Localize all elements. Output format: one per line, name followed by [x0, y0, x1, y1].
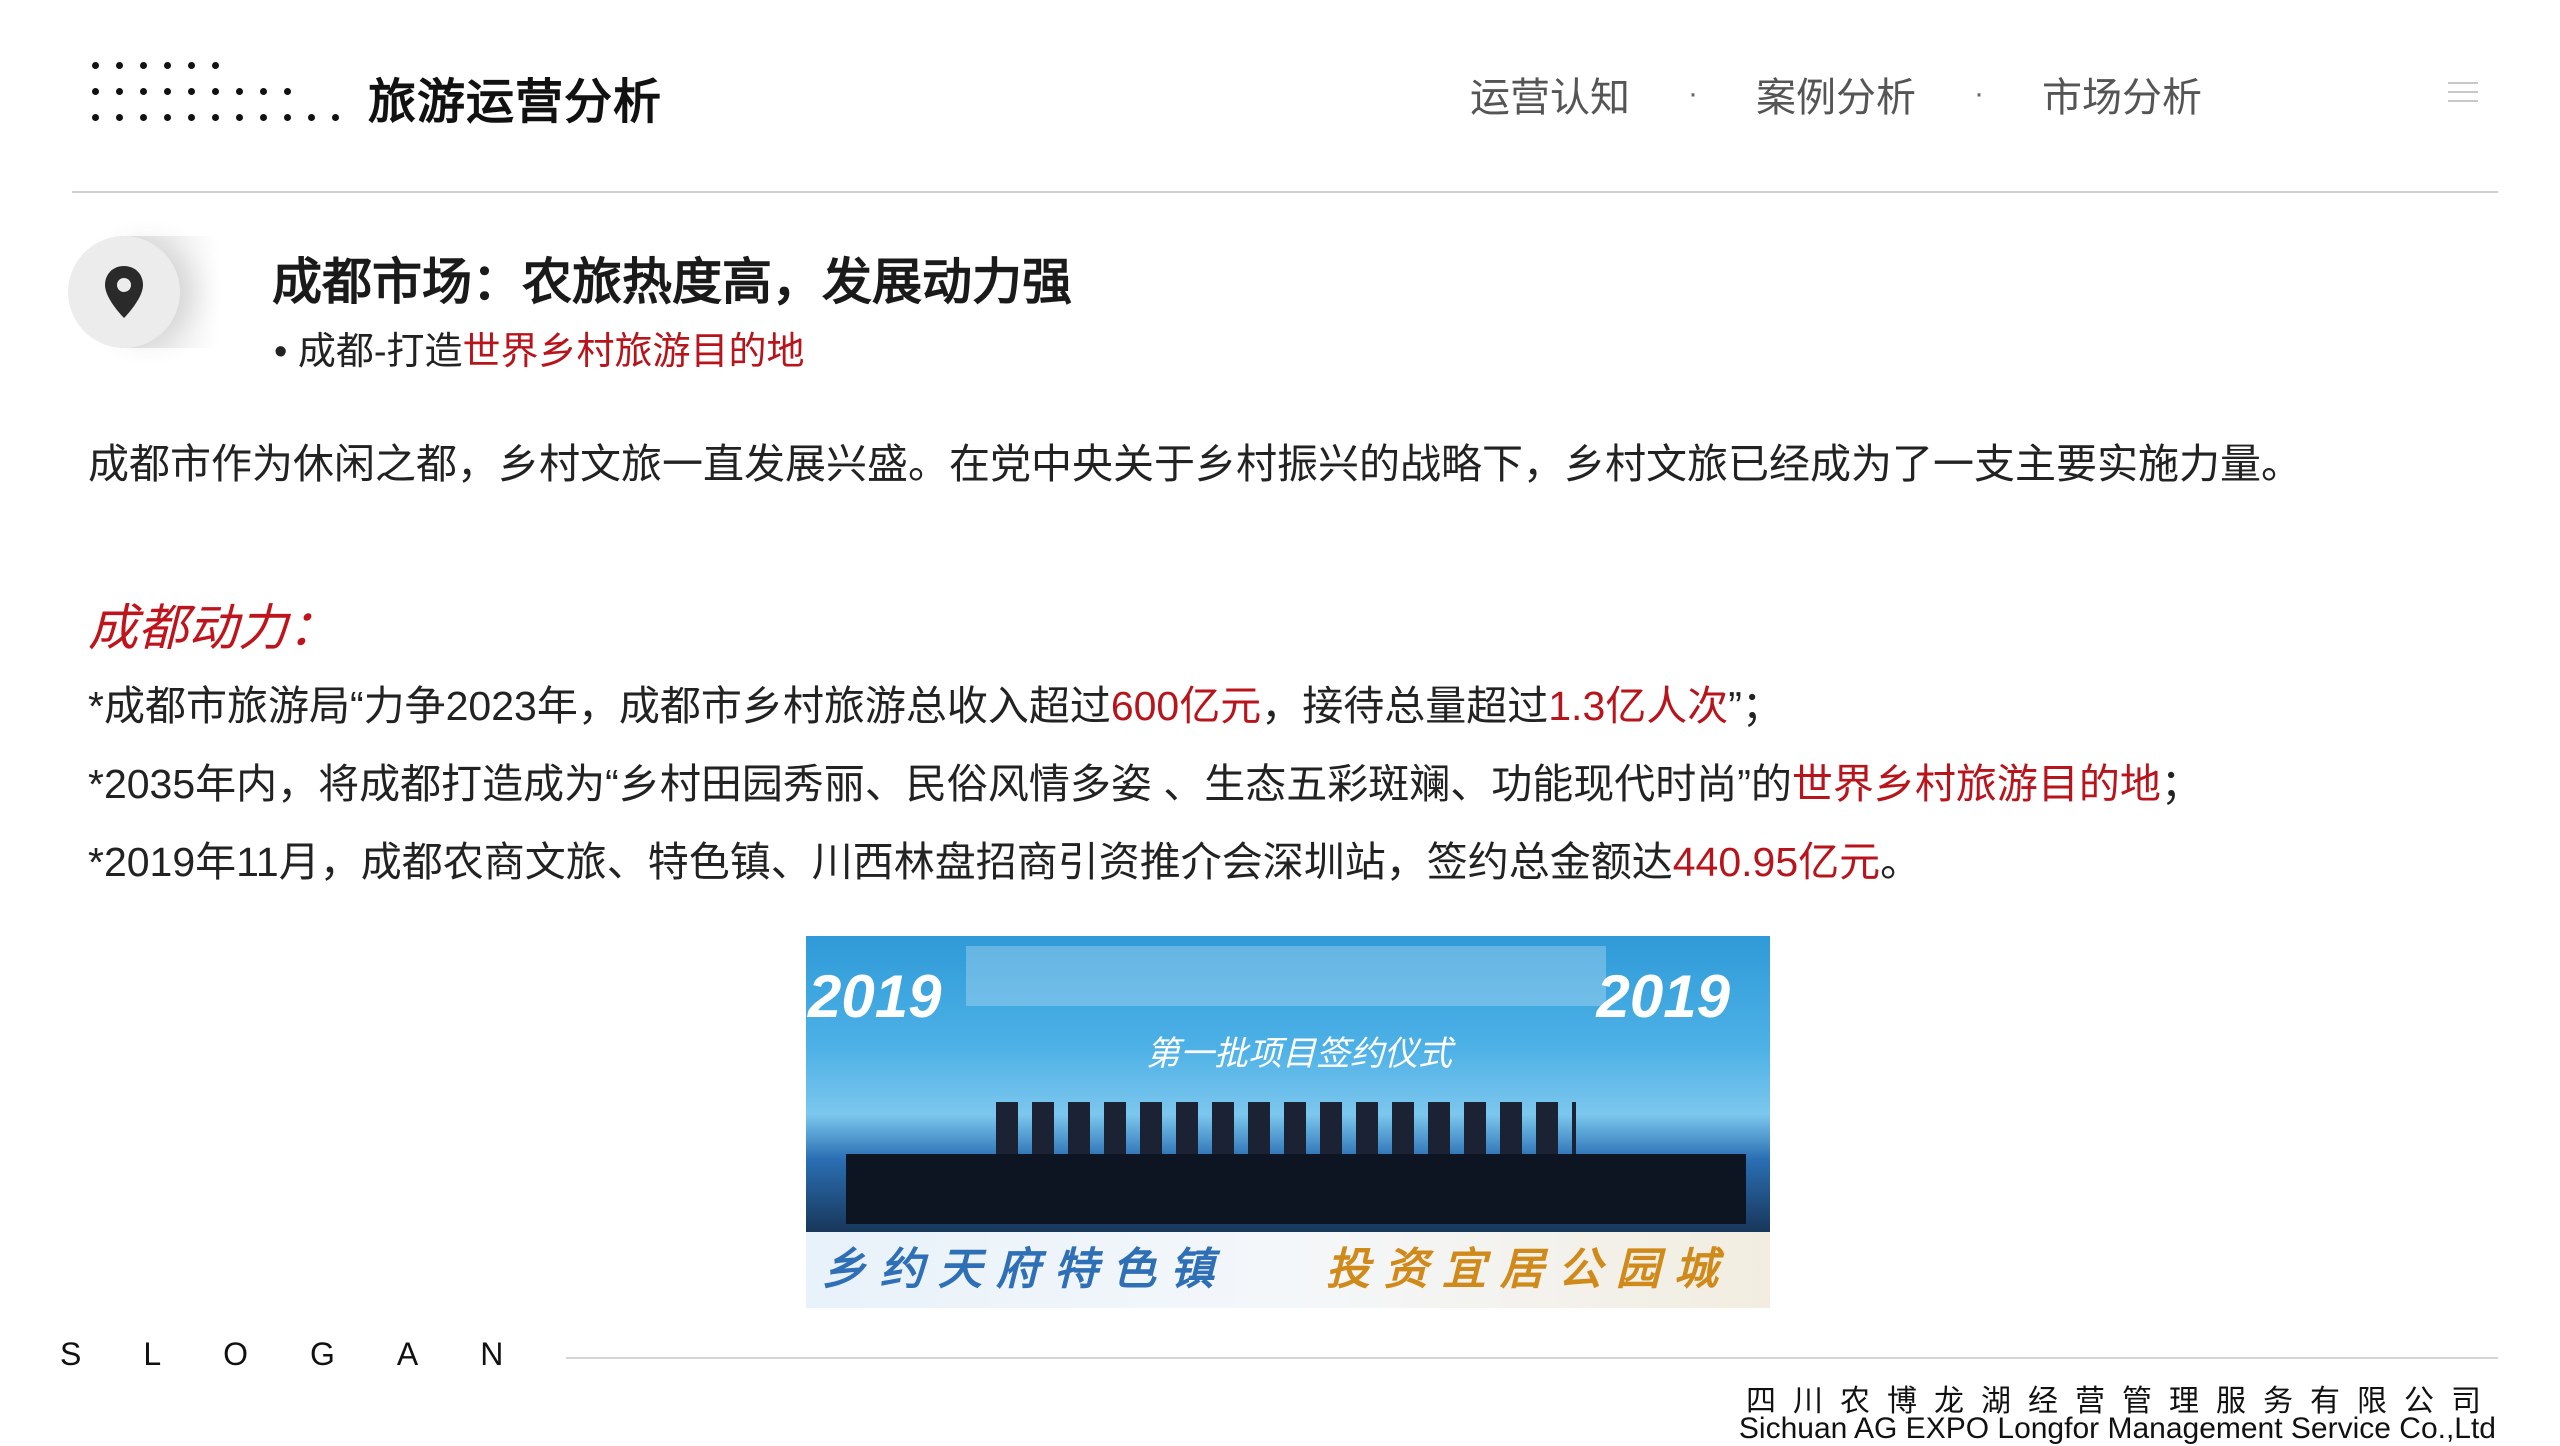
logo-dot	[164, 114, 171, 121]
section-title: 成都市场：农旅热度高，发展动力强	[272, 254, 1072, 310]
intro-paragraph: 成都市作为休闲之都，乡村文旅一直发展兴盛。在党中央关于乡村振兴的战略下，乡村文旅…	[88, 441, 2302, 487]
power-point-2: *2035年内，将成都打造成为“乡村田园秀丽、民俗风情多姿 、生态五彩斑斓、功能…	[88, 750, 2202, 810]
photo-year-right: 2019	[1596, 963, 1730, 1030]
point-text: *成都市旅游局“力争2023年，成都市乡村旅游总收入超过	[88, 683, 1111, 729]
point-highlight: 1.3亿人次	[1548, 683, 1729, 729]
location-badge	[68, 236, 180, 348]
location-pin-icon	[105, 266, 143, 318]
logo-dot	[188, 62, 195, 69]
footer-divider	[566, 1357, 2498, 1359]
logo-dot	[92, 88, 99, 95]
point-highlight: 600亿元	[1110, 683, 1262, 729]
point-text: *2019年11月，成都农商文旅、特色镇、川西林盘招商引资推介会深圳站，签约总金…	[88, 839, 1673, 885]
logo-dot	[140, 88, 147, 95]
slogan: SLOGAN	[60, 1336, 566, 1372]
photo-banner: 乡约天府特色镇 投资宜居公园城	[806, 1232, 1770, 1308]
logo-dot	[188, 88, 195, 95]
page-title: 旅游运营分析	[368, 76, 663, 129]
logo-dot	[164, 88, 171, 95]
logo-dot	[260, 88, 267, 95]
photo-caption: 第一批项目签约仪式	[1146, 1034, 1452, 1074]
photo-signing-table	[846, 1154, 1746, 1224]
photo-people	[996, 1102, 1576, 1158]
logo-dot	[116, 88, 123, 95]
subtitle-prefix: • 成都-打造	[274, 331, 463, 373]
signing-ceremony-photo: 2019 2019 第一批项目签约仪式 乡约天府特色镇 投资宜居公园城	[806, 936, 1770, 1308]
company-name-en: Sichuan AG EXPO Longfor Management Servi…	[1738, 1412, 2496, 1445]
nav-item-case-analysis[interactable]: 案例分析	[1756, 65, 1916, 123]
top-nav: 运营认知 · 案例分析 · 市场分析	[1470, 66, 2202, 122]
nav-separator: ·	[1974, 77, 1984, 110]
logo-dot	[116, 114, 123, 121]
point-text: ”；	[1728, 683, 1783, 729]
power-point-3: *2019年11月，成都农商文旅、特色镇、川西林盘招商引资推介会深圳站，签约总金…	[88, 828, 1921, 888]
logo-dot	[212, 62, 219, 69]
hamburger-icon[interactable]	[2448, 82, 2478, 104]
point-text: ；	[2160, 761, 2202, 807]
logo-dot	[332, 114, 339, 121]
subtitle-highlight: 世界乡村旅游目的地	[462, 331, 805, 373]
logo-dot	[140, 62, 147, 69]
logo-dot	[116, 62, 123, 69]
logo-dot	[236, 88, 243, 95]
logo-dot	[260, 114, 267, 121]
logo-dot	[212, 114, 219, 121]
photo-backdrop-boards	[966, 946, 1606, 1006]
point-highlight: 440.95亿元	[1672, 839, 1881, 885]
banner-left-text: 乡约天府特色镇	[822, 1245, 1228, 1294]
logo-dot	[92, 62, 99, 69]
section-subtitle: • 成都-打造世界乡村旅游目的地	[274, 320, 805, 375]
point-text: ，接待总量超过	[1261, 683, 1549, 729]
logo-dot	[212, 88, 219, 95]
point-text: *2035年内，将成都打造成为“乡村田园秀丽、民俗风情多姿 、生态五彩斑斓、功能…	[88, 761, 1792, 807]
nav-separator: ·	[1688, 77, 1698, 110]
power-point-1: *成都市旅游局“力争2023年，成都市乡村旅游总收入超过600亿元，接待总量超过…	[88, 672, 1783, 732]
nav-item-operation-cognition[interactable]: 运营认知	[1470, 65, 1630, 123]
logo-dot	[140, 114, 147, 121]
point-text: 。	[1880, 839, 1922, 885]
logo-dot	[236, 114, 243, 121]
logo-dot	[284, 88, 291, 95]
logo-dot	[188, 114, 195, 121]
logo-dot	[284, 114, 291, 121]
header-divider	[72, 191, 2498, 193]
logo-dot	[308, 114, 315, 121]
dot-pattern-logo	[92, 62, 352, 124]
photo-year-left: 2019	[808, 963, 942, 1030]
logo-dot	[164, 62, 171, 69]
point-highlight: 世界乡村旅游目的地	[1791, 761, 2161, 807]
logo-dot	[92, 114, 99, 121]
banner-right-text: 投资宜居公园城	[1326, 1245, 1732, 1294]
nav-item-market-analysis[interactable]: 市场分析	[2042, 65, 2202, 123]
power-heading: 成都动力：	[88, 600, 338, 656]
